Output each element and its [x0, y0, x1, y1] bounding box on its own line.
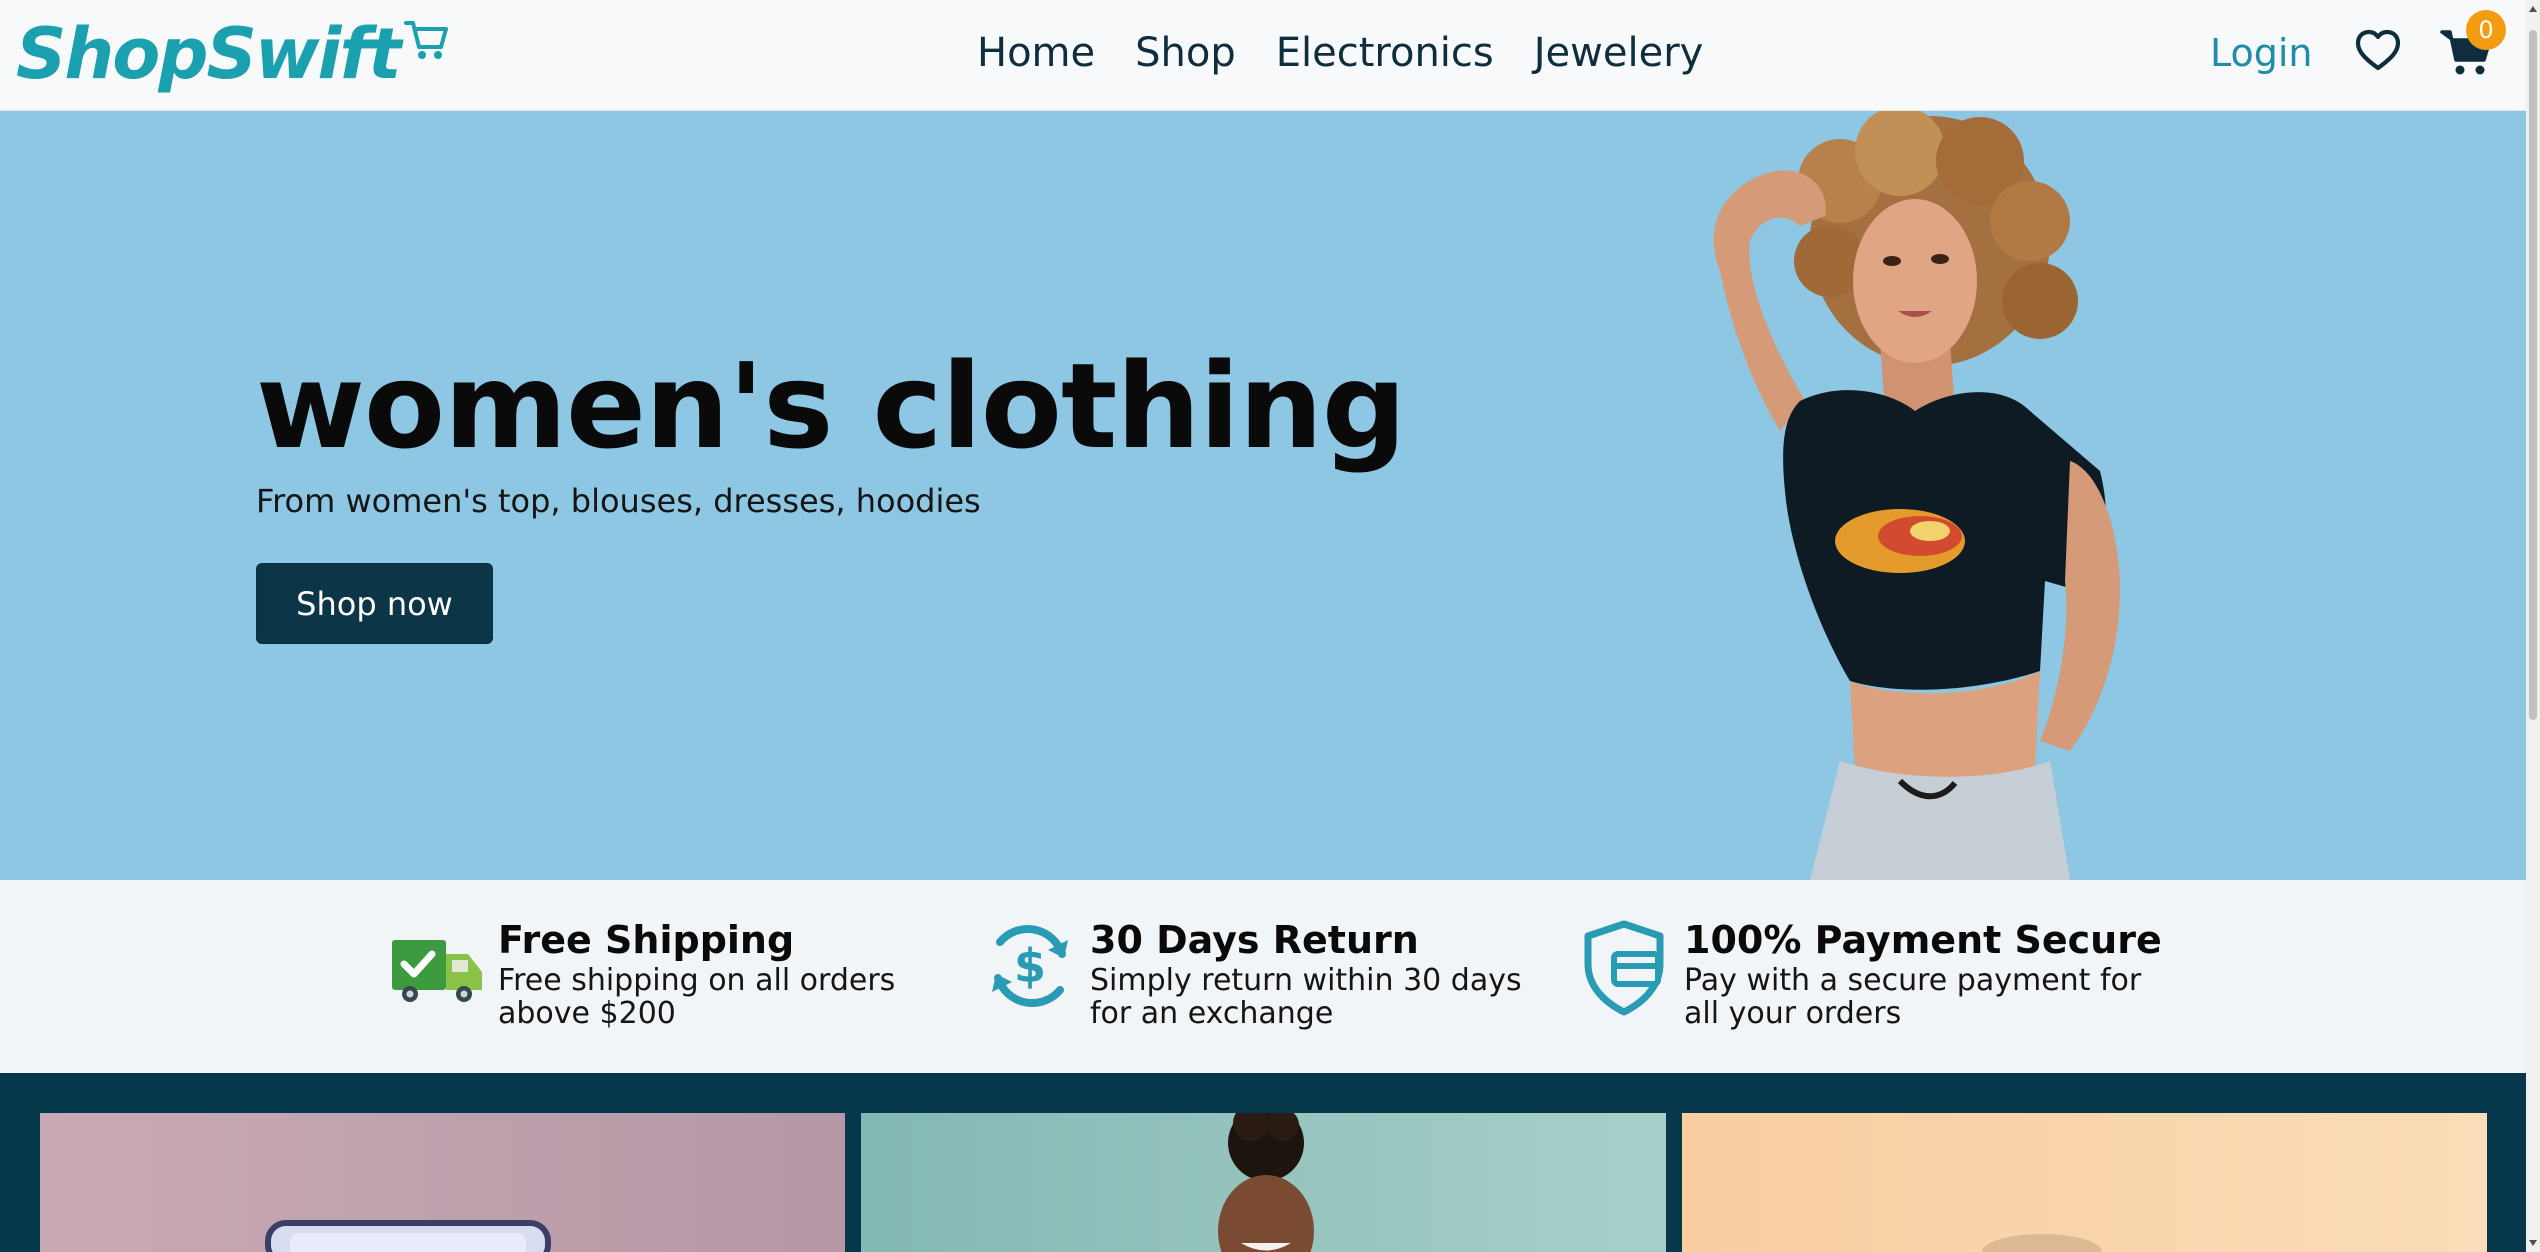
top-navbar: ShopSwift Home Shop Electronics Jewelery… — [0, 0, 2526, 111]
nav-electronics-link[interactable]: Electronics — [1256, 24, 1514, 82]
features-bar: Free Shipping Free shipping on all order… — [0, 880, 2526, 1073]
hero-banner: women's clothing From women's top, blous… — [0, 111, 2526, 880]
category-image — [1218, 1113, 1314, 1252]
category-image — [265, 1220, 551, 1252]
category-card-jewelery[interactable] — [1682, 1113, 2487, 1252]
money-return-icon: $ — [992, 925, 1068, 1007]
category-image — [1982, 1234, 2102, 1252]
feature-title: Free Shipping — [498, 918, 795, 962]
secure-payment-icon — [1584, 920, 1664, 1016]
category-card-clothing[interactable] — [861, 1113, 1666, 1252]
wishlist-heart-icon[interactable] — [2354, 27, 2402, 75]
feature-free-shipping: Free Shipping Free shipping on all order… — [388, 916, 895, 1030]
feature-payment-secure: 100% Payment Secure Pay with a secure pa… — [1574, 916, 2162, 1030]
feature-text: 30 Days Return Simply return within 30 d… — [1090, 916, 1522, 1030]
brand-logo[interactable]: ShopSwift — [16, 4, 449, 104]
nav-home-link[interactable]: Home — [977, 24, 1115, 82]
feature-description-line: for an exchange — [1090, 996, 1334, 1031]
scroll-down-arrow-icon[interactable] — [2528, 1238, 2538, 1248]
hero-model-image — [1713, 111, 2120, 880]
category-card-electronics[interactable] — [40, 1113, 845, 1252]
main-nav: Home Shop Electronics Jewelery — [977, 24, 1723, 82]
feature-title: 30 Days Return — [1090, 918, 1419, 962]
feature-title: 100% Payment Secure — [1684, 918, 2162, 962]
logo-cart-icon — [404, 21, 449, 59]
cart-count-badge: 0 — [2466, 10, 2506, 50]
scroll-up-arrow-icon[interactable] — [2528, 4, 2538, 14]
scrollbar-thumb[interactable] — [2529, 30, 2537, 720]
nav-shop-link[interactable]: Shop — [1115, 24, 1256, 82]
feature-text: Free Shipping Free shipping on all order… — [498, 916, 895, 1030]
shop-now-button[interactable]: Shop now — [256, 563, 493, 644]
category-cards-strip — [0, 1073, 2526, 1252]
hero-subtitle: From women's top, blouses, dresses, hood… — [256, 482, 981, 520]
feature-30-days-return: $ 30 Days Return Simply return within 30… — [980, 916, 1522, 1030]
login-link[interactable]: Login — [2210, 24, 2313, 82]
svg-text:$: $ — [1014, 939, 1046, 993]
brand-logo-text: ShopSwift — [16, 13, 401, 95]
feature-description-line: Simply return within 30 days — [1090, 963, 1522, 998]
feature-description-line: Free shipping on all orders — [498, 963, 896, 998]
hero-title: women's clothing — [256, 337, 1406, 475]
feature-text: 100% Payment Secure Pay with a secure pa… — [1684, 916, 2162, 1030]
feature-description-line: above $200 — [498, 996, 676, 1031]
truck-icon — [392, 940, 482, 1002]
nav-jewelery-link[interactable]: Jewelery — [1514, 24, 1724, 82]
feature-description-line: all your orders — [1684, 996, 1902, 1031]
feature-description-line: Pay with a secure payment for — [1684, 963, 2142, 998]
